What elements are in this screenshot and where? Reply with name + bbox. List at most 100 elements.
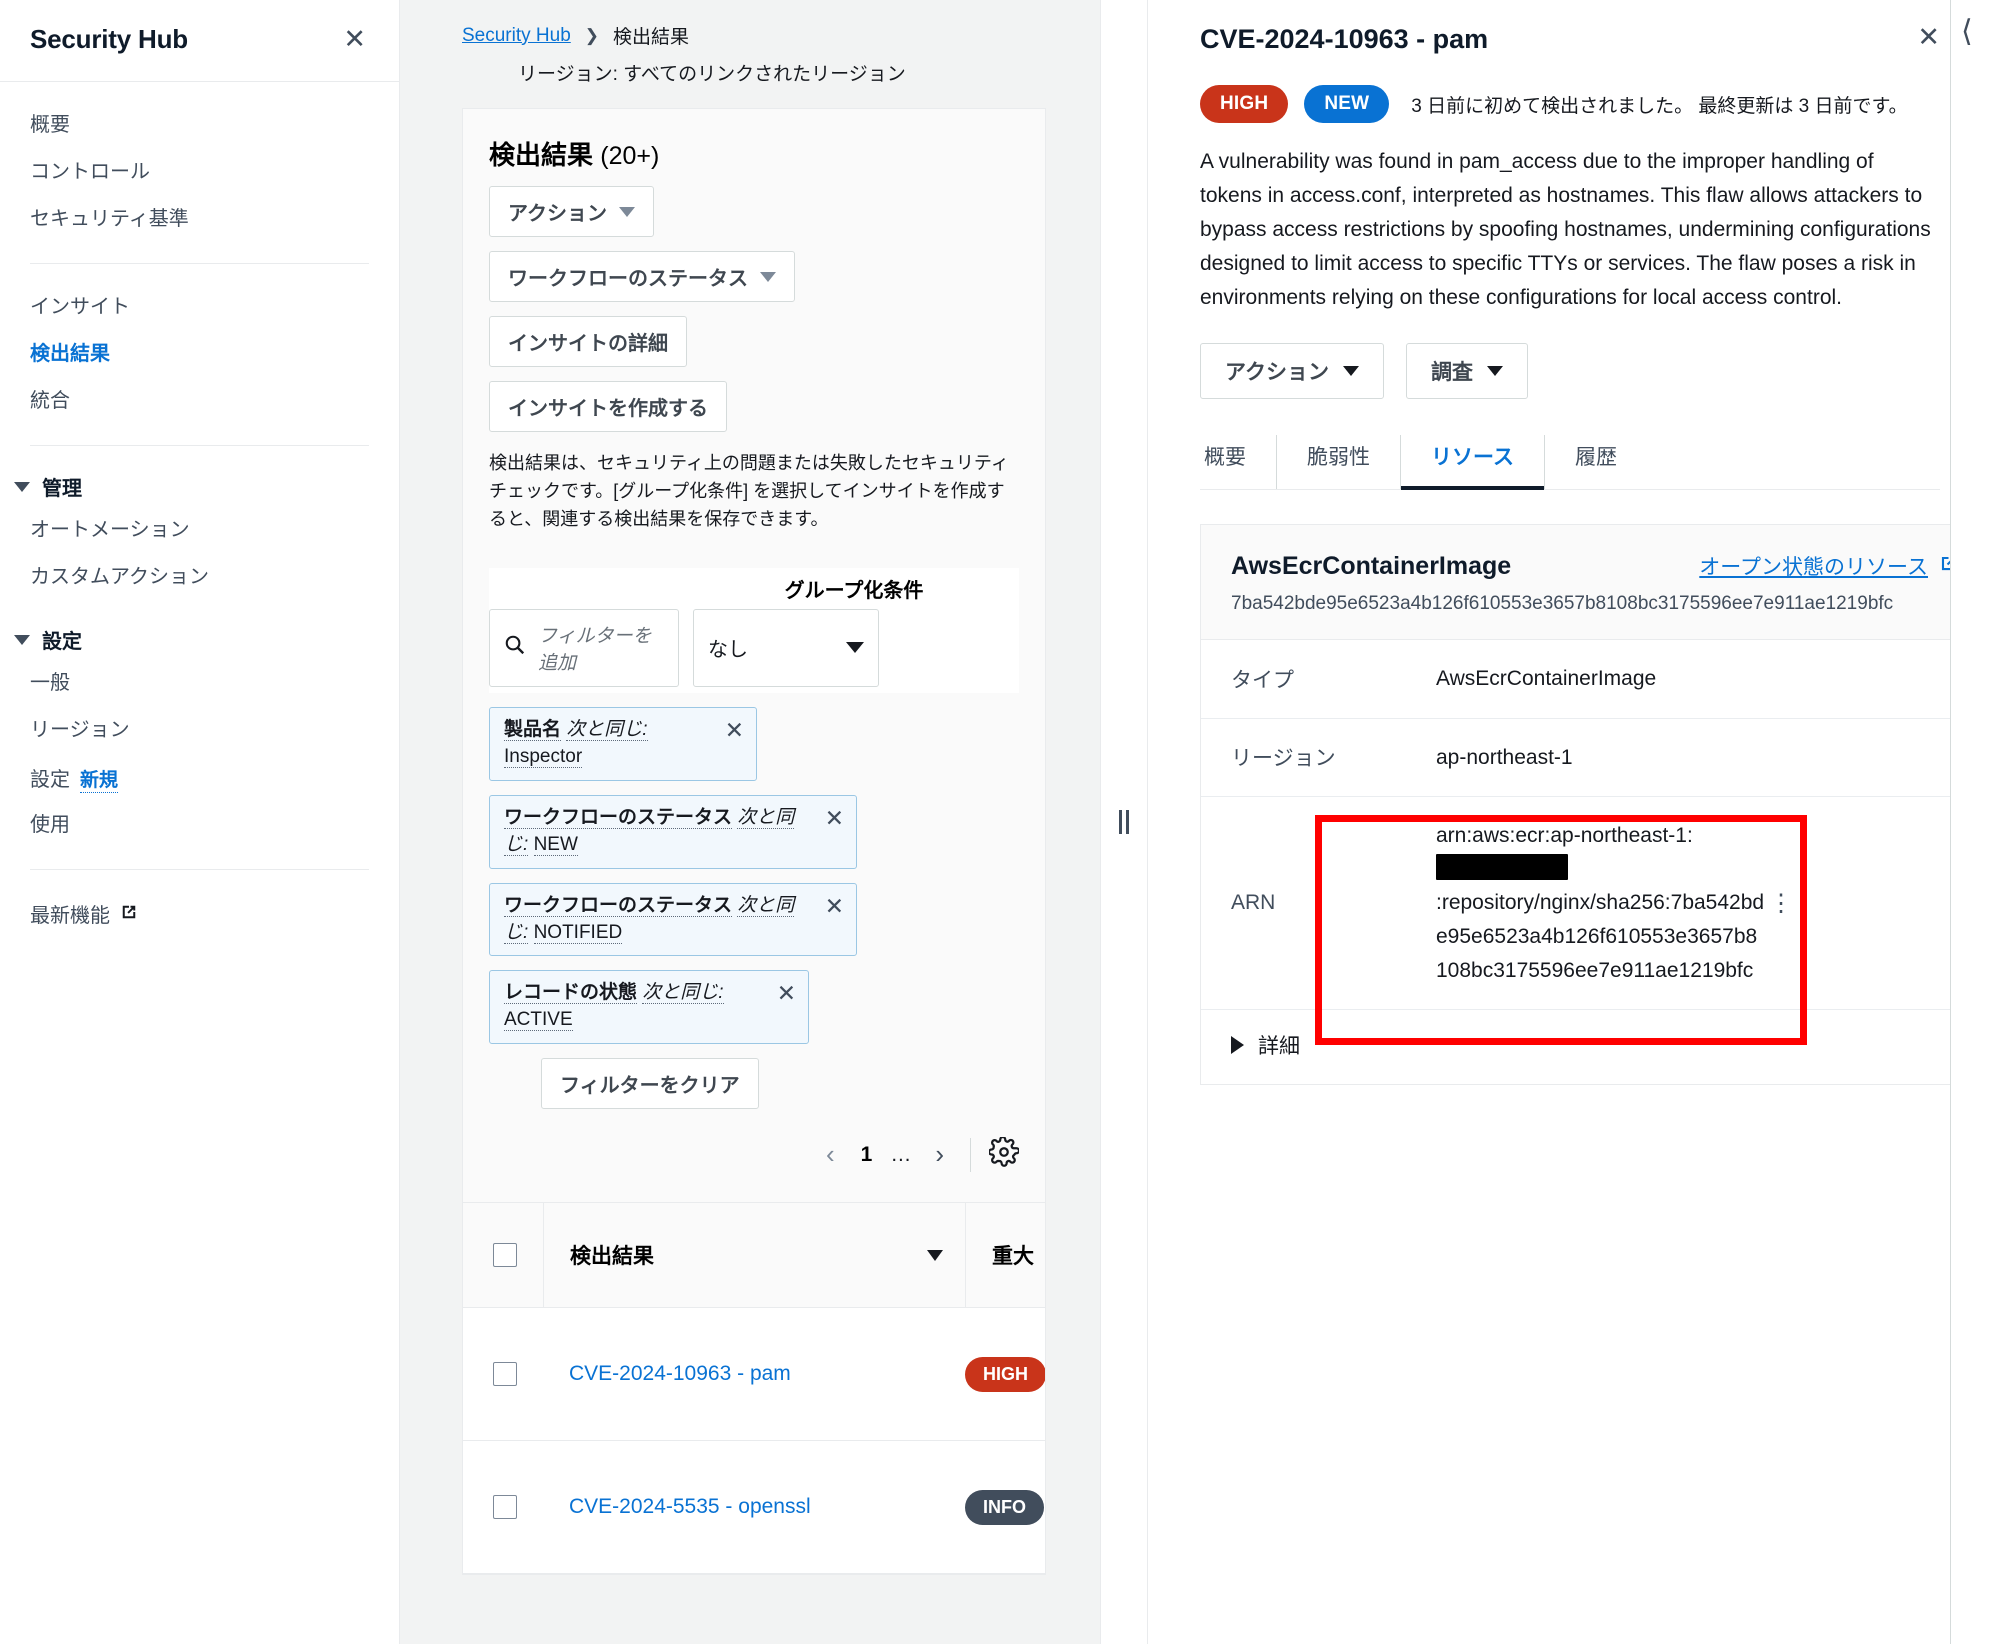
close-icon[interactable]: ✕	[1917, 24, 1940, 51]
tab-overview[interactable]: 概要	[1200, 435, 1276, 489]
sidebar-item-configuration[interactable]: 設定 新規	[0, 754, 399, 802]
sidebar-item-findings[interactable]: 検出結果	[0, 331, 399, 378]
status-badge: INFO	[965, 1489, 1044, 1525]
drag-handle-icon	[1119, 810, 1129, 834]
close-icon[interactable]: ✕	[340, 26, 369, 53]
sidebar: Security Hub ✕ 概要 コントロール セキュリティ基準 インサイト …	[0, 0, 400, 1644]
sidebar-item-whats-new[interactable]: 最新機能	[0, 890, 399, 937]
sidebar-item-controls[interactable]: コントロール	[0, 149, 399, 196]
actions-dropdown-button[interactable]: アクション	[489, 186, 654, 237]
chevron-down-icon	[14, 634, 30, 645]
sort-descending-icon	[927, 1249, 943, 1261]
resource-type-title: AwsEcrContainerImage	[1231, 551, 1512, 580]
arn-suffix: :repository/nginx/sha256:7ba542bde95e652…	[1436, 891, 1765, 982]
filter-token[interactable]: ワークフローのステータス 次と同じ: NEW ✕	[489, 794, 857, 869]
remove-filter-icon[interactable]: ✕	[825, 805, 844, 830]
filter-token-value: NEW	[533, 833, 578, 856]
filter-token-key: ワークフローのステータス	[504, 894, 733, 917]
remove-filter-icon[interactable]: ✕	[725, 717, 744, 742]
row-severity-cell: INFO	[965, 1489, 1045, 1525]
findings-card-header: 検出結果 (20+)	[463, 109, 1045, 172]
pagination-next-button[interactable]: ›	[919, 1139, 960, 1170]
filter-token-value: ACTIVE	[504, 1009, 573, 1032]
partial-glyph-icon: ⟨	[1961, 15, 1973, 48]
workflow-status-dropdown-button[interactable]: ワークフローのステータス	[489, 251, 795, 302]
sidebar-item-integrations[interactable]: 統合	[0, 378, 399, 425]
chevron-right-icon	[1231, 1036, 1244, 1055]
resource-card-title-row: AwsEcrContainerImage オープン状態のリソース	[1231, 551, 1959, 581]
sidebar-group-manage-label: 管理	[42, 478, 82, 500]
search-icon	[504, 634, 526, 661]
filter-token[interactable]: ワークフローのステータス 次と同じ: NOTIFIED ✕	[489, 882, 857, 957]
row-checkbox-cell	[463, 1362, 543, 1387]
insight-details-button[interactable]: インサイトの詳細	[489, 316, 687, 367]
column-header-finding-label: 検出結果	[570, 1245, 654, 1269]
sidebar-group-settings[interactable]: 設定	[0, 619, 399, 660]
select-all-checkbox[interactable]	[493, 1243, 517, 1268]
create-insight-button[interactable]: インサイトを作成する	[489, 381, 727, 432]
filter-token-key: ワークフローのステータス	[504, 806, 733, 829]
open-resource-link[interactable]: オープン状態のリソース	[1699, 551, 1959, 581]
finding-link[interactable]: CVE-2024-10963 - pam	[569, 1362, 791, 1385]
sidebar-item-regions[interactable]: リージョン	[0, 707, 399, 754]
severity-badge: HIGH	[1200, 85, 1289, 123]
details-expander[interactable]: 詳細	[1201, 1010, 1989, 1084]
tab-vulnerabilities[interactable]: 脆弱性	[1276, 435, 1400, 490]
group-by-select[interactable]: なし	[693, 608, 879, 687]
resource-field-type-key: タイプ	[1231, 668, 1294, 692]
column-header-severity[interactable]: 重大	[965, 1203, 1045, 1308]
right-edge-panel: ⟨	[1950, 0, 2000, 1644]
resource-field-region: リージョン ap-northeast-1 ⋮	[1201, 719, 1989, 798]
detail-tabs: 概要 脆弱性 リソース 履歴	[1200, 435, 1940, 491]
resource-card-header: AwsEcrContainerImage オープン状態のリソース 7ba542b…	[1201, 525, 1989, 641]
sidebar-item-insights[interactable]: インサイト	[0, 284, 399, 331]
group-by-value: なし	[708, 639, 748, 662]
external-link-icon	[119, 902, 139, 927]
workflow-status-label: ワークフローのステータス	[508, 268, 748, 290]
filter-token-text: レコードの状態 次と同じ: ACTIVE	[504, 980, 765, 1034]
sidebar-item-usage[interactable]: 使用	[0, 802, 399, 849]
pagination-prev-button[interactable]: ‹	[810, 1139, 851, 1170]
findings-actions: アクション ワークフローのステータス インサイトの詳細 インサイトを作成する	[463, 172, 1045, 432]
page-title-text: 検出結果	[489, 140, 594, 170]
panel-splitter[interactable]	[1100, 0, 1148, 1644]
resource-field-region-value: ap-northeast-1	[1436, 745, 1573, 769]
resource-field-arn-value: arn:aws:ecr:ap-northeast-1::repository/n…	[1436, 819, 1766, 987]
row-checkbox[interactable]	[493, 1362, 517, 1387]
finding-link[interactable]: CVE-2024-5535 - openssl	[569, 1495, 811, 1518]
detail-time-note: 3 日前に初めて検出されました。 最終更新は 3 日前です。	[1411, 95, 1908, 117]
sidebar-item-overview[interactable]: 概要	[0, 102, 399, 149]
row-checkbox[interactable]	[493, 1495, 517, 1520]
detail-investigate-button[interactable]: 調査	[1405, 343, 1528, 400]
table-row[interactable]: CVE-2024-10963 - pam HIGH	[463, 1308, 1045, 1442]
filter-token-key: レコードの状態	[504, 982, 638, 1005]
breadcrumb-root[interactable]: Security Hub	[462, 25, 571, 47]
tab-history[interactable]: 履歴	[1543, 435, 1647, 490]
detail-description: A vulnerability was found in pam_access …	[1200, 150, 1931, 310]
sidebar-divider-3	[30, 869, 369, 870]
search-input[interactable]: フィルターを追加	[489, 608, 679, 687]
table-row[interactable]: CVE-2024-5535 - openssl INFO	[463, 1441, 1045, 1575]
findings-column: Security Hub ❯ 検出結果 リージョン: すべてのリンクされたリージ…	[400, 0, 1100, 1644]
filter-token[interactable]: 製品名 次と同じ: Inspector ✕	[489, 706, 757, 781]
sidebar-group-manage[interactable]: 管理	[0, 466, 399, 507]
tab-resources[interactable]: リソース	[1400, 435, 1544, 491]
remove-filter-icon[interactable]: ✕	[825, 893, 844, 918]
clear-filters-button[interactable]: フィルターをクリア	[541, 1058, 759, 1110]
pagination-divider	[970, 1137, 971, 1172]
filter-bar: グループ化条件 フィルターを追加 なし	[489, 567, 1019, 693]
gear-icon[interactable]	[987, 1136, 1021, 1172]
sidebar-item-general[interactable]: 一般	[0, 660, 399, 707]
pagination-page-1[interactable]: 1	[851, 1143, 883, 1167]
remove-filter-icon[interactable]: ✕	[777, 980, 796, 1005]
filter-token[interactable]: レコードの状態 次と同じ: ACTIVE ✕	[489, 970, 809, 1045]
detail-actions-button[interactable]: アクション	[1200, 343, 1384, 400]
sidebar-item-standards[interactable]: セキュリティ基準	[0, 196, 399, 243]
sidebar-header: Security Hub ✕	[0, 0, 399, 82]
column-header-finding[interactable]: 検出結果	[543, 1203, 965, 1308]
sidebar-item-custom-actions[interactable]: カスタムアクション	[0, 554, 399, 601]
sidebar-item-automation[interactable]: オートメーション	[0, 507, 399, 554]
findings-description: 検出結果は、セキュリティ上の問題または失敗したセキュリティチェックです。[グルー…	[489, 453, 1009, 529]
kebab-menu-icon[interactable]: ⋮	[1766, 891, 1796, 915]
filter-token-op: 次と同じ:	[642, 982, 724, 1005]
